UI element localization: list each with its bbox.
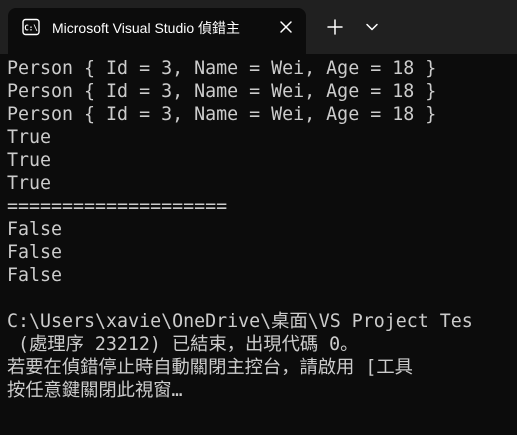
output-line: True [7, 173, 52, 194]
chevron-down-icon[interactable] [361, 14, 383, 40]
terminal-window: C:\ Microsoft Visual Studio 偵錯主 Person {… [0, 0, 517, 435]
output-line: False [7, 265, 63, 286]
output-line: False [7, 242, 63, 263]
close-icon[interactable] [276, 17, 296, 37]
auto-close-hint: 若要在偵錯停止時自動關閉主控台，請啟用 [工具 [7, 357, 413, 378]
svg-text:C:\: C:\ [24, 24, 38, 33]
output-line: Person { Id = 3, Name = Wei, Age = 18 } [7, 58, 437, 79]
output-line: Person { Id = 3, Name = Wei, Age = 18 } [7, 81, 437, 102]
output-line: False [7, 219, 63, 240]
output-line: True [7, 127, 52, 148]
plus-icon[interactable] [322, 14, 348, 40]
separator-line: ==================== [7, 196, 228, 217]
output-line: Person { Id = 3, Name = Wei, Age = 18 } [7, 104, 437, 125]
tab-debug-console[interactable]: C:\ Microsoft Visual Studio 偵錯主 [8, 8, 306, 54]
console-icon: C:\ [22, 18, 40, 36]
output-line: True [7, 150, 52, 171]
console-output[interactable]: Person { Id = 3, Name = Wei, Age = 18 } … [0, 54, 517, 435]
exit-code-line: (處理序 23212) 已結束，出現代碼 0。 [7, 334, 359, 355]
tab-bar: C:\ Microsoft Visual Studio 偵錯主 [0, 0, 517, 54]
tab-title: Microsoft Visual Studio 偵錯主 [52, 20, 241, 36]
exit-path-line: C:\Users\xavie\OneDrive\桌面\VS Project Te… [7, 311, 473, 332]
press-any-key-line: 按任意鍵關閉此視窗… [7, 380, 183, 401]
